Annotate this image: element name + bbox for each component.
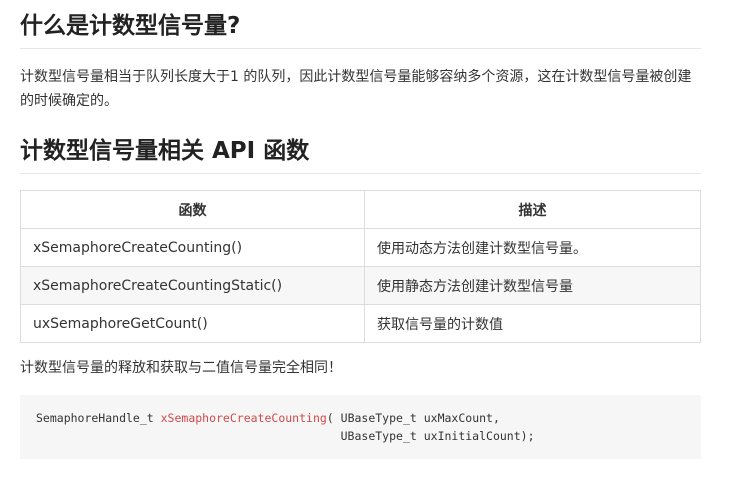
function-cell: uxSemaphoreGetCount() — [20, 304, 365, 343]
intro-paragraph: 计数型信号量相当于队列长度大于1 的队列，因此计数型信号量能够容纳多个资源，这在… — [20, 69, 692, 109]
table-row: xSemaphoreCreateCounting() 使用动态方法创建计数型信号… — [20, 228, 701, 267]
column-header-function: 函数 — [20, 190, 365, 229]
description-cell: 使用静态方法创建计数型信号量 — [364, 266, 701, 305]
section-heading-counting-semaphore: 什么是计数型信号量? — [20, 0, 701, 49]
document-body: 什么是计数型信号量? 计数型信号量相当于队列长度大于1 的队列，因此计数型信号量… — [20, 0, 701, 459]
api-table: 函数 描述 xSemaphoreCreateCounting() 使用动态方法创… — [20, 190, 701, 343]
code-block: SemaphoreHandle_t xSemaphoreCreateCounti… — [20, 395, 701, 459]
section-heading-api-functions: 计数型信号量相关 API 函数 — [20, 135, 701, 174]
description-cell: 使用动态方法创建计数型信号量。 — [364, 228, 701, 267]
code-params-line1: ( UBaseType_t uxMaxCount, — [326, 411, 500, 425]
description-cell: 获取信号量的计数值 — [364, 304, 701, 343]
note-paragraph: 计数型信号量的释放和获取与二值信号量完全相同！ — [20, 360, 342, 376]
code-return-type: SemaphoreHandle_t — [36, 411, 161, 425]
column-header-description: 描述 — [364, 190, 701, 229]
function-cell: xSemaphoreCreateCountingStatic() — [20, 266, 365, 305]
table-row: xSemaphoreCreateCountingStatic() 使用静态方法创… — [20, 266, 701, 305]
table-row: uxSemaphoreGetCount() 获取信号量的计数值 — [20, 304, 701, 343]
table-header-row: 函数 描述 — [20, 190, 701, 229]
function-cell: xSemaphoreCreateCounting() — [20, 228, 365, 267]
code-function-name: xSemaphoreCreateCounting — [160, 411, 327, 425]
code-params-line2: UBaseType_t uxInitialCount); — [36, 429, 535, 443]
